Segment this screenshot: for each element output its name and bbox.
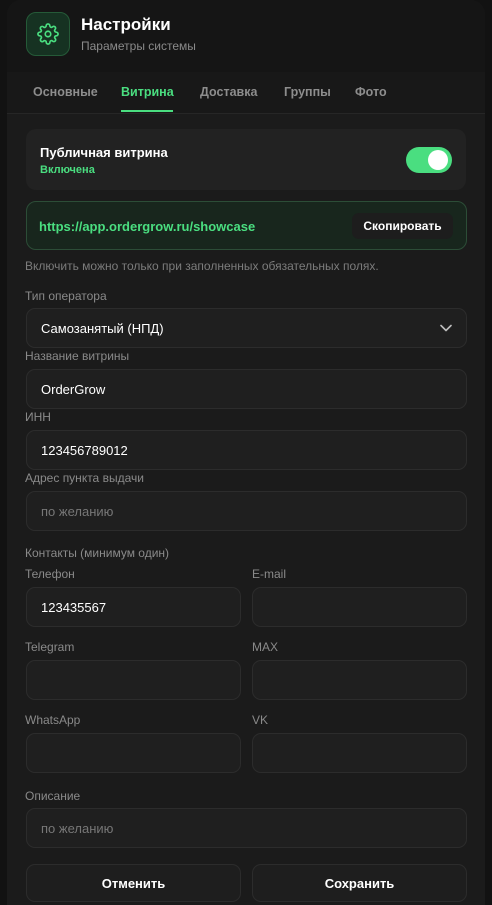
active-tab-indicator bbox=[121, 110, 173, 112]
showcase-hint: Включить можно только при заполненных об… bbox=[25, 259, 379, 273]
pickup-address-label: Адрес пункта выдачи bbox=[25, 471, 144, 485]
tab-main[interactable]: Основные bbox=[33, 85, 98, 99]
email-input[interactable] bbox=[252, 587, 467, 627]
vk-label: VK bbox=[252, 713, 269, 727]
operator-type-select[interactable]: Самозанятый (НПД) bbox=[26, 308, 467, 348]
tab-groups[interactable]: Группы bbox=[284, 85, 331, 99]
save-button[interactable]: Сохранить bbox=[252, 864, 467, 902]
copy-button[interactable]: Скопировать bbox=[352, 213, 453, 239]
public-showcase-card: Публичная витрина Включена bbox=[26, 129, 466, 190]
operator-type-value: Самозанятый (НПД) bbox=[41, 320, 164, 336]
page-title: Настройки bbox=[81, 15, 171, 34]
telegram-input[interactable] bbox=[26, 660, 241, 700]
showcase-url[interactable]: https://app.ordergrow.ru/showcase bbox=[39, 219, 255, 234]
toggle-knob bbox=[428, 150, 448, 170]
description-label: Описание bbox=[25, 789, 81, 803]
email-label: E-mail bbox=[252, 567, 287, 581]
gear-icon bbox=[26, 12, 70, 56]
tab-showcase[interactable]: Витрина bbox=[121, 85, 174, 99]
settings-panel: Настройки Параметры системы Основные Вит… bbox=[7, 0, 485, 905]
chevron-down-icon bbox=[440, 324, 452, 332]
max-label: MAX bbox=[252, 640, 279, 654]
operator-type-label: Тип оператора bbox=[25, 289, 107, 303]
pickup-address-input[interactable]: по желанию bbox=[26, 491, 467, 531]
phone-label: Телефон bbox=[25, 567, 75, 581]
cancel-button[interactable]: Отменить bbox=[26, 864, 241, 902]
showcase-name-label: Название витрины bbox=[25, 349, 130, 363]
page-subtitle: Параметры системы bbox=[81, 39, 196, 53]
phone-input[interactable]: 123435567 bbox=[26, 587, 241, 627]
description-input[interactable]: по желанию bbox=[26, 808, 467, 848]
showcase-link-card: https://app.ordergrow.ru/showcase Скопир… bbox=[26, 201, 467, 250]
header: Настройки Параметры системы bbox=[7, 0, 485, 72]
tab-photo[interactable]: Фото bbox=[355, 85, 387, 99]
telegram-label: Telegram bbox=[25, 640, 75, 654]
showcase-name-input[interactable]: OrderGrow bbox=[26, 369, 467, 409]
vk-input[interactable] bbox=[252, 733, 467, 773]
whatsapp-input[interactable] bbox=[26, 733, 241, 773]
public-showcase-status: Включена bbox=[40, 164, 95, 176]
contacts-section-label: Контакты (минимум один) bbox=[25, 546, 170, 560]
public-showcase-toggle[interactable] bbox=[406, 147, 452, 173]
whatsapp-label: WhatsApp bbox=[25, 713, 81, 727]
inn-label: ИНН bbox=[25, 410, 51, 424]
inn-input[interactable]: 123456789012 bbox=[26, 430, 467, 470]
tab-delivery[interactable]: Доставка bbox=[200, 85, 257, 99]
public-showcase-title: Публичная витрина bbox=[40, 145, 168, 160]
tab-bar: Основные Витрина Доставка Группы Фото bbox=[7, 72, 485, 114]
max-input[interactable] bbox=[252, 660, 467, 700]
